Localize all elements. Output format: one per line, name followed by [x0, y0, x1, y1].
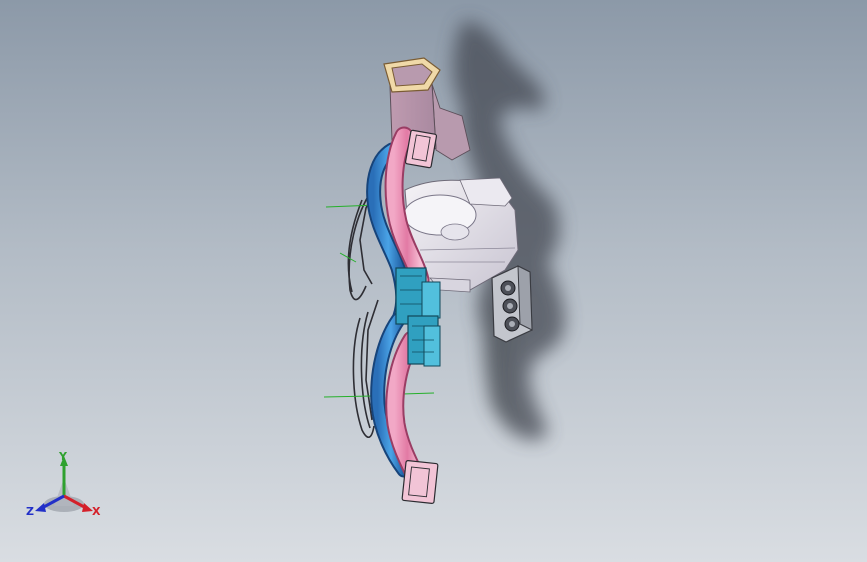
x-axis-label: X [92, 505, 101, 518]
control-panel[interactable] [491, 265, 533, 343]
y-axis-label: Y [58, 450, 68, 463]
graphics-viewport[interactable]: Y X Z [0, 0, 867, 562]
z-axis-label: Z [26, 505, 34, 518]
coordinate-triad: Y X Z [26, 450, 101, 518]
model-view[interactable] [0, 0, 867, 562]
